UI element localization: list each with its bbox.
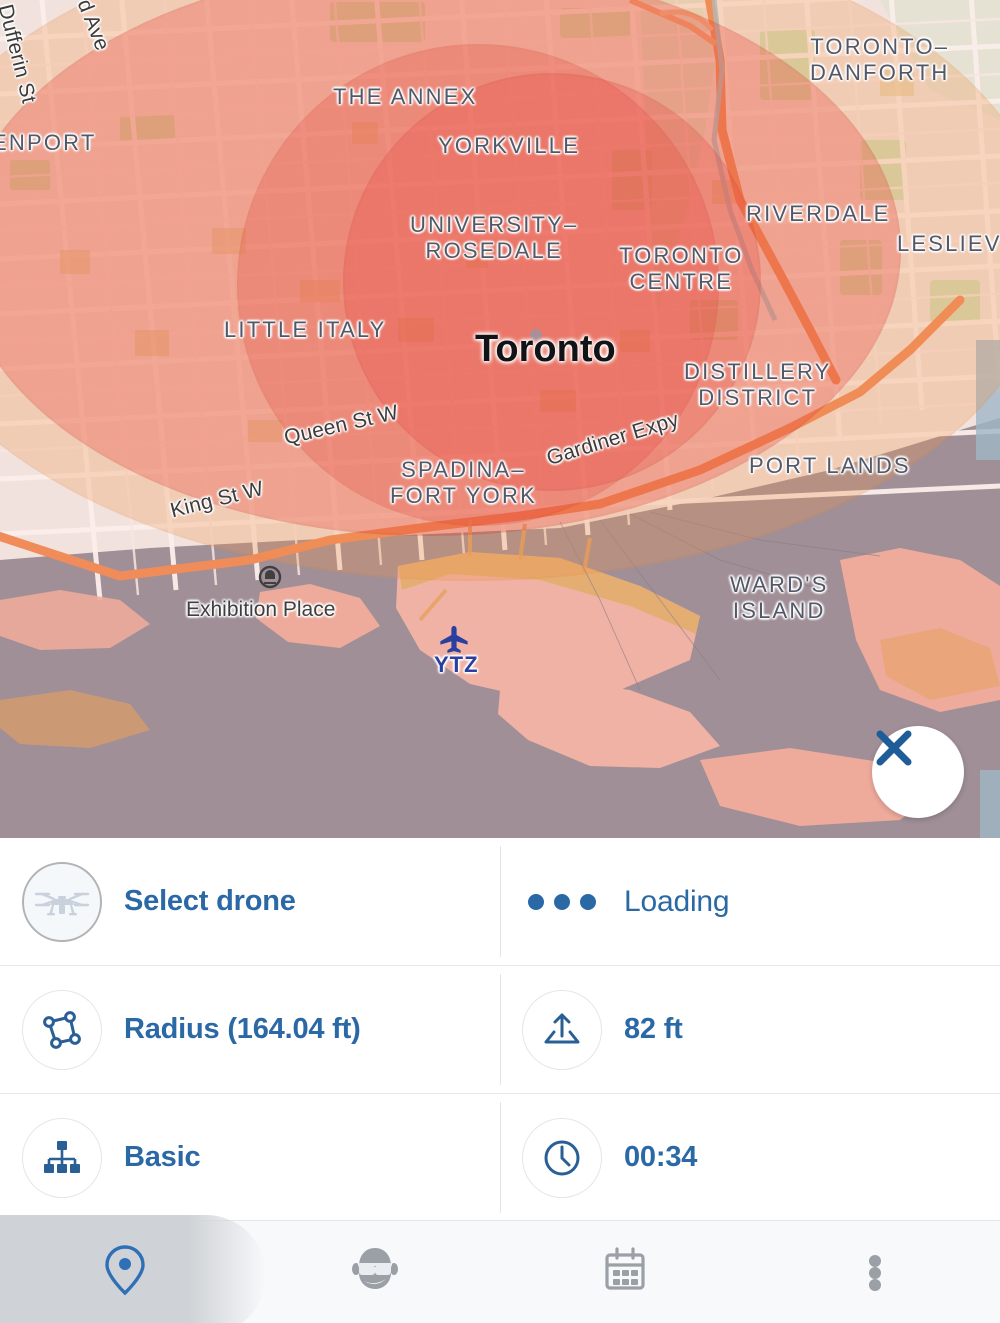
three-dots-icon [522,893,602,910]
close-icon [876,730,912,766]
nav-tab-more[interactable] [750,1221,1000,1323]
duration-label: 00:34 [624,1141,698,1173]
select-drone-button[interactable]: Select drone [0,838,500,965]
close-button[interactable] [872,726,964,818]
panel-row: Select drone Loading [0,838,1000,966]
clock-icon [522,1117,602,1198]
altitude-button[interactable]: 82 ft [500,966,1000,1093]
polygon-icon [22,989,102,1070]
hierarchy-icon [22,1117,102,1198]
status-loading-item[interactable]: Loading [500,838,1000,965]
more-dots-icon [869,1254,881,1291]
status-loading-label: Loading [624,884,730,918]
bottom-navigation-bar [0,1215,1000,1323]
nav-tab-map[interactable] [0,1215,266,1323]
plan-type-button[interactable]: Basic [0,1094,500,1221]
altitude-label: 82 ft [624,1013,683,1045]
duration-button[interactable]: 00:34 [500,1094,1000,1221]
map-pin-icon [103,1244,147,1301]
calendar-icon [602,1246,648,1299]
select-drone-label: Select drone [124,885,296,917]
drone-flight-planner-screen: Dufferin St d Ave ENPORT THE ANNEX YORKV… [0,0,1000,1323]
map-canvas[interactable]: Dufferin St d Ave ENPORT THE ANNEX YORKV… [0,0,1000,838]
map-graphics [0,0,1000,838]
plan-type-label: Basic [124,1141,201,1173]
panel-row: Radius (164.04 ft) 82 ft [0,966,1000,1094]
flight-parameters-panel: Select drone Loading Radius (164.04 ft) … [0,838,1000,1220]
nav-tab-pilot[interactable] [250,1221,500,1323]
drone-icon [22,861,102,942]
radius-label: Radius (164.04 ft) [124,1013,361,1045]
pilot-icon [350,1245,400,1300]
radius-button[interactable]: Radius (164.04 ft) [0,966,500,1093]
panel-row: Basic 00:34 [0,1094,1000,1221]
altitude-icon [522,989,602,1070]
nav-tab-calendar[interactable] [500,1221,750,1323]
